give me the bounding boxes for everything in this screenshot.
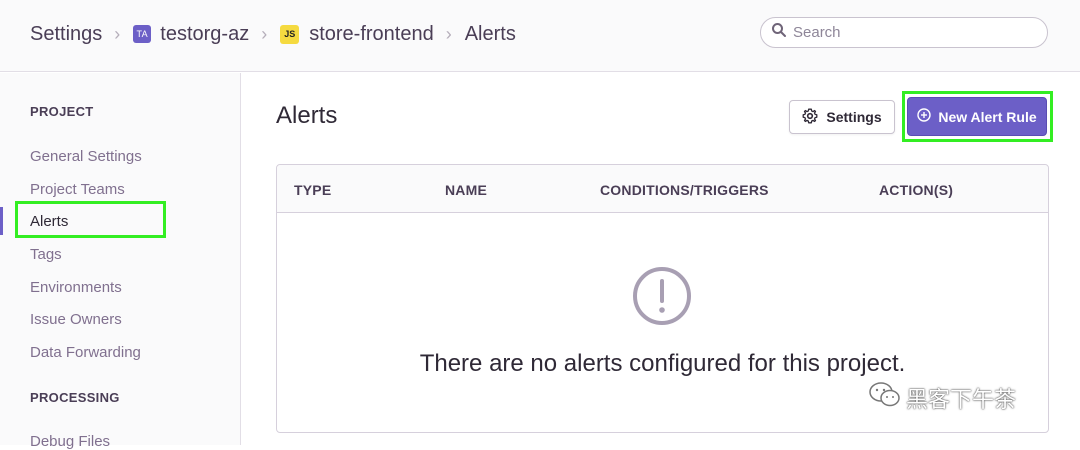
column-header-type: TYPE [294, 182, 332, 198]
new-alert-rule-button[interactable]: New Alert Rule [907, 97, 1047, 136]
sidebar-item-data-forwarding[interactable]: Data Forwarding [30, 344, 141, 361]
breadcrumb-project[interactable]: store-frontend [309, 23, 434, 46]
org-avatar: TA [133, 25, 152, 43]
alert-settings-label: Settings [826, 109, 882, 125]
chevron-right-icon: › [261, 24, 268, 44]
gear-icon [802, 108, 826, 127]
sidebar-heading-processing: PROCESSING [30, 390, 120, 405]
highlight-box-alerts [15, 201, 166, 238]
watermark-text: 黑客下午茶 [906, 387, 1017, 412]
active-indicator [0, 207, 3, 235]
sidebar-item-environments[interactable]: Environments [30, 279, 122, 296]
breadcrumb-settings[interactable]: Settings [30, 23, 102, 46]
page-title: Alerts [276, 102, 338, 129]
empty-state-message: There are no alerts configured for this … [419, 350, 906, 377]
chevron-right-icon: › [114, 24, 121, 44]
project-platform-badge: JS [280, 24, 300, 44]
chevron-right-icon: › [445, 24, 452, 44]
sidebar-item-project-teams[interactable]: Project Teams [30, 181, 125, 198]
circle-plus-icon [917, 108, 938, 125]
table-header: TYPE NAME CONDITIONS/TRIGGERS ACTION(S) [277, 165, 1048, 213]
wechat-icon [868, 381, 906, 415]
breadcrumb: Settings › TA testorg-az › JS store-fron… [30, 20, 516, 48]
column-header-actions: ACTION(S) [879, 182, 954, 198]
search-input[interactable] [793, 24, 1033, 41]
sidebar-item-debug-files[interactable]: Debug Files [30, 433, 110, 450]
search-box[interactable] [760, 17, 1048, 48]
search-icon [771, 22, 787, 43]
settings-sidebar: PROJECT General Settings Project Teams A… [0, 73, 241, 450]
sidebar-item-issue-owners[interactable]: Issue Owners [30, 311, 122, 328]
breadcrumb-org[interactable]: testorg-az [160, 23, 249, 46]
sidebar-item-tags[interactable]: Tags [30, 246, 62, 263]
alert-settings-button[interactable]: Settings [789, 100, 895, 134]
breadcrumb-current: Alerts [464, 22, 516, 45]
new-alert-rule-label: New Alert Rule [938, 108, 1037, 125]
column-header-name: NAME [445, 182, 488, 198]
sidebar-heading-project: PROJECT [30, 104, 94, 119]
column-header-conditions: CONDITIONS/TRIGGERS [600, 182, 769, 198]
watermark: 黑客下午茶 [868, 381, 1016, 415]
exclamation-circle-icon [632, 266, 692, 326]
sidebar-item-general-settings[interactable]: General Settings [30, 148, 142, 165]
top-header: Settings › TA testorg-az › JS store-fron… [0, 0, 1080, 72]
